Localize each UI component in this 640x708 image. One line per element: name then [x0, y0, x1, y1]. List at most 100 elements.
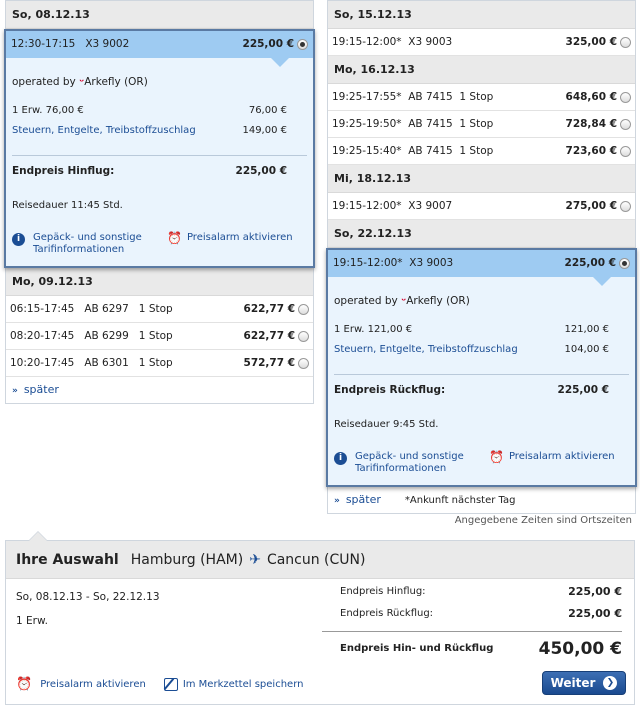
flight-row[interactable]: 08:20-17:45 AB 6299 1 Stop 622,77 €	[6, 323, 313, 350]
arrival-footnote: *Ankunft nächster Tag	[404, 495, 516, 506]
flight-number: X3 9003	[409, 257, 454, 269]
flight-row[interactable]: 19:25-15:40* AB 7415 1 Stop 723,60 €	[328, 138, 635, 165]
flight-radio[interactable]	[619, 258, 630, 269]
later-link[interactable]: » später	[6, 377, 313, 403]
info-icon: i	[334, 452, 347, 465]
return-total-amount: 225,00 €	[568, 607, 622, 620]
flight-time: 19:25-17:55*	[332, 91, 402, 103]
alarm-clock-icon: ⏰	[167, 231, 182, 245]
tariff-info-link[interactable]: Gepäck- und sonstige Tarifinformationen	[355, 451, 475, 475]
flight-radio[interactable]	[298, 357, 309, 369]
next-button[interactable]: Weiter ❯	[542, 671, 626, 695]
trip-dates: So, 08.12.13 - So, 22.12.13	[16, 591, 160, 603]
flight-row[interactable]: 06:15-17:45 AB 6297 1 Stop 622,77 €	[6, 296, 313, 323]
flight-row[interactable]: 19:15-12:00* X3 9007 275,00 €	[328, 193, 635, 220]
flight-time: 12:30-17:15	[11, 38, 76, 50]
flight-number: AB 6297	[84, 303, 129, 315]
flight-time: 08:20-17:45	[10, 330, 75, 342]
selection-summary: Ihre Auswahl Hamburg (HAM) ✈ Cancun (CUN…	[5, 531, 635, 705]
notepad-icon	[163, 678, 178, 691]
origin: Hamburg (HAM)	[130, 551, 244, 568]
flight-price: 723,60 €	[565, 145, 617, 157]
tax-line: Steuern, Entgelte, Treibstoffzuschlag 149…	[12, 121, 307, 141]
flight-radio[interactable]	[620, 36, 631, 48]
return-day-panels: So, 15.12.13 19:15-12:00* X3 9003 325,00 …	[327, 0, 636, 248]
total-amount: 225,00 €	[557, 384, 609, 396]
flight-row[interactable]: 10:20-17:45 AB 6301 1 Stop 572,77 €	[6, 350, 313, 377]
flight-number: X3 9003	[408, 36, 453, 48]
flight-price: 622,77 €	[243, 330, 295, 342]
flight-row[interactable]: 19:15-12:00* X3 9003 325,00 €	[328, 29, 635, 56]
flight-radio[interactable]	[297, 39, 308, 50]
tax-link[interactable]: Steuern, Entgelte, Treibstoffzuschlag	[334, 340, 518, 360]
flight-time: 19:15-12:00*	[332, 200, 402, 212]
price-alarm-link[interactable]: Preisalarm aktivieren	[187, 232, 293, 243]
tax-amount: 149,00 €	[242, 125, 287, 136]
flight-radio[interactable]	[620, 118, 631, 130]
outbound-total-row: Endpreis Hinflug: 225,00 €	[322, 581, 622, 603]
flight-radio[interactable]	[620, 145, 631, 157]
travel-duration: Reisedauer 9:45 Std.	[334, 419, 439, 430]
return-total-row: Endpreis Rückflug: 225,00 €	[322, 603, 622, 625]
selected-flight-return[interactable]: 19:15-12:00* X3 9003 225,00 € operated b…	[326, 248, 637, 487]
pax-amount: 121,00 €	[564, 324, 609, 335]
pax-label: 1 Erw. 121,00 €	[334, 324, 413, 335]
flight-price: 225,00 €	[242, 38, 294, 50]
next-button-label: Weiter	[550, 676, 596, 690]
tax-line: Steuern, Entgelte, Treibstoffzuschlag 104…	[334, 340, 629, 360]
flight-number: AB 7415	[408, 118, 453, 130]
day-header: Mo, 16.12.13	[328, 56, 635, 84]
flight-info: 12:30-17:15 X3 9002	[11, 31, 243, 58]
flight-row[interactable]: 19:25-19:50* AB 7415 1 Stop 728,84 €	[328, 111, 635, 138]
total-label: Endpreis Rückflug:	[334, 384, 446, 396]
flight-info: 19:25-15:40* AB 7415 1 Stop	[332, 138, 566, 164]
flight-details: operated by ᵕArkefly (OR) 1 Erw. 76,00 €…	[6, 58, 313, 266]
flight-info: 19:15-12:00* X3 9003	[332, 29, 566, 55]
info-icon: i	[12, 233, 25, 246]
later-link[interactable]: » später	[334, 493, 381, 506]
flight-radio[interactable]	[298, 303, 309, 315]
tariff-info-link[interactable]: Gepäck- und sonstige Tarifinformationen	[33, 232, 153, 256]
flight-price: 648,60 €	[565, 91, 617, 103]
flight-row[interactable]: 19:25-17:55* AB 7415 1 Stop 648,60 €	[328, 84, 635, 111]
tax-link[interactable]: Steuern, Entgelte, Treibstoffzuschlag	[12, 121, 196, 141]
outbound-total-label: Endpreis Hinflug:	[340, 586, 426, 597]
later-label: später	[23, 383, 59, 396]
outbound-day-panel-2: Mo, 09.12.13 06:15-17:45 AB 6297 1 Stop 6…	[5, 268, 314, 404]
arrow-right-icon: ❯	[603, 676, 618, 690]
flight-price: 225,00 €	[564, 257, 616, 269]
flight-radio[interactable]	[620, 91, 631, 103]
selected-flight-bar[interactable]: 12:30-17:15 X3 9002 225,00 €	[6, 31, 313, 58]
chevron-down-icon: »	[12, 386, 18, 396]
local-time-note: Angegebene Zeiten sind Ortszeiten	[454, 515, 632, 526]
return-column: So, 15.12.13 19:15-12:00* X3 9003 325,00 …	[326, 0, 637, 514]
flight-time: 19:15-12:00*	[332, 36, 402, 48]
price-alarm-link[interactable]: Preisalarm aktivieren	[509, 451, 615, 462]
price-alarm-link[interactable]: Preisalarm aktivieren	[40, 679, 146, 690]
day-header: Mi, 18.12.13	[328, 165, 635, 193]
save-to-notepad-link[interactable]: Im Merkzettel speichern	[183, 679, 304, 690]
selected-flight-outbound[interactable]: 12:30-17:15 X3 9002 225,00 € operated by…	[4, 29, 315, 268]
flight-details: operated by ᵕArkefly (OR) 1 Erw. 121,00 …	[328, 277, 635, 485]
pax-label: 1 Erw. 76,00 €	[12, 105, 84, 116]
flight-info: 19:15-12:00* X3 9007	[332, 193, 566, 219]
outbound-day-panel-1: So, 08.12.13	[5, 0, 314, 29]
outbound-column: So, 08.12.13 12:30-17:15 X3 9002 225,00 …	[4, 0, 315, 404]
flight-price: 275,00 €	[565, 200, 617, 212]
flight-price: 325,00 €	[565, 36, 617, 48]
operated-prefix: operated by	[334, 295, 398, 307]
flight-time: 06:15-17:45	[10, 303, 75, 315]
day-header: So, 08.12.13	[6, 1, 313, 29]
flight-stops: 1 Stop	[138, 357, 173, 369]
flight-number: AB 7415	[408, 91, 453, 103]
outbound-total-amount: 225,00 €	[568, 585, 622, 598]
flight-radio[interactable]	[298, 330, 309, 342]
flight-number: AB 6301	[84, 357, 129, 369]
operated-by: operated by ᵕArkefly (OR)	[334, 277, 629, 320]
airline-name: Arkefly (OR)	[406, 295, 470, 307]
flight-info: 19:15-12:00* X3 9003	[333, 250, 565, 277]
day-header: So, 22.12.13	[328, 220, 635, 248]
selected-flight-bar[interactable]: 19:15-12:00* X3 9003 225,00 €	[328, 250, 635, 277]
flight-radio[interactable]	[620, 200, 631, 212]
flight-number: X3 9007	[408, 200, 453, 212]
